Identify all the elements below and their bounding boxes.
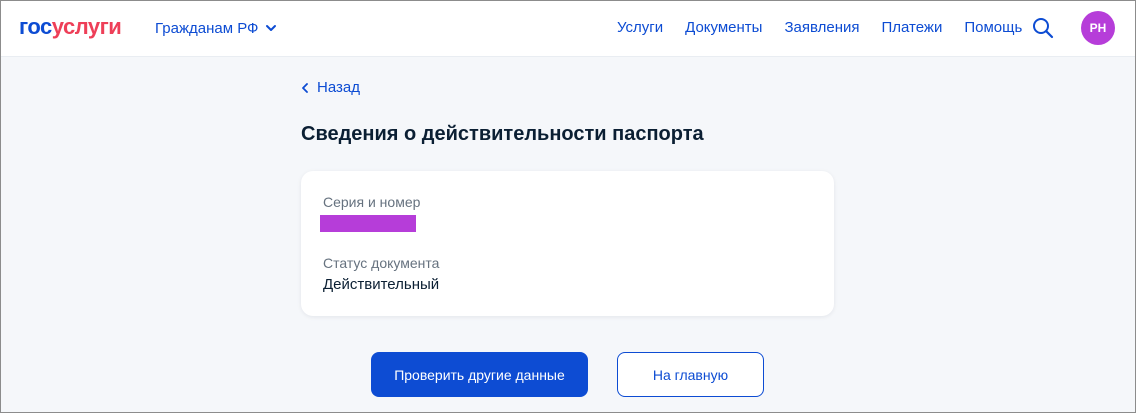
region-label: Гражданам РФ (155, 19, 259, 37)
series-number-label: Серия и номер (323, 194, 421, 210)
redacted-series-number (320, 215, 416, 232)
home-button[interactable]: На главную (617, 352, 764, 397)
nav-documents[interactable]: Документы (685, 18, 762, 38)
passport-info-card: Серия и номер Статус документа Действите… (301, 171, 834, 316)
top-header: госуслуги Гражданам РФ Услуги Документы … (1, 1, 1135, 57)
nav-payments[interactable]: Платежи (882, 18, 943, 38)
chevron-down-icon (266, 25, 277, 31)
gosuslugi-logo[interactable]: госуслуги (19, 14, 122, 40)
logo-part-uslugi: услуги (51, 14, 122, 39)
chevron-left-icon (302, 82, 308, 93)
document-status-label: Статус документа (323, 255, 440, 271)
page-title: Сведения о действительности паспорта (301, 123, 704, 145)
nav-services[interactable]: Услуги (617, 18, 663, 38)
search-icon[interactable] (1031, 16, 1055, 40)
nav-help[interactable]: Помощь (964, 18, 1022, 38)
back-label: Назад (317, 79, 360, 96)
nav-applications[interactable]: Заявления (784, 18, 859, 38)
logo-part-gos: гос (19, 14, 52, 39)
back-link[interactable]: Назад (301, 79, 360, 96)
app-window: госуслуги Гражданам РФ Услуги Документы … (0, 0, 1136, 413)
user-avatar[interactable]: PH (1081, 11, 1115, 45)
region-selector[interactable]: Гражданам РФ (155, 18, 278, 38)
main-nav: Услуги Документы Заявления Платежи Помощ… (617, 18, 1022, 38)
document-status-value: Действительный (323, 276, 440, 293)
check-other-data-button[interactable]: Проверить другие данные (371, 352, 588, 397)
